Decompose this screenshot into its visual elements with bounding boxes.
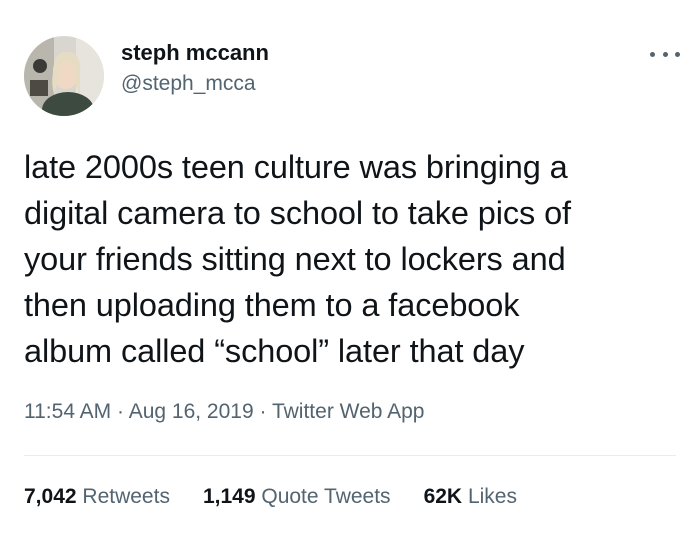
user-handle[interactable]: @steph_mcca (121, 70, 269, 98)
display-name[interactable]: steph mccann (121, 39, 269, 67)
tweet-source[interactable]: Twitter Web App (272, 400, 425, 423)
quote-tweets-stat[interactable]: 1,149 Quote Tweets (203, 483, 391, 511)
likes-stat[interactable]: 62K Likes (424, 483, 517, 511)
quote-tweets-label: Quote Tweets (261, 485, 391, 508)
avatar-image (24, 36, 104, 116)
meta-separator: · (259, 400, 267, 423)
author-names: steph mccann @steph_mcca (121, 39, 269, 98)
tweet-text: late 2000s teen culture was bringing a d… (24, 149, 571, 369)
likes-label: Likes (467, 485, 517, 508)
tweet-date[interactable]: Aug 16, 2019 (129, 400, 254, 423)
tweet-card: steph mccann @steph_mcca late 2000s teen… (0, 0, 700, 539)
retweets-count: 7,042 (24, 485, 77, 508)
more-dot (650, 51, 655, 57)
meta-separator: · (117, 400, 125, 423)
avatar[interactable] (24, 36, 104, 116)
tweet-time[interactable]: 11:54 AM (24, 400, 111, 423)
engagement-stats: 7,042 Retweets 1,149 Quote Tweets 62K Li… (24, 483, 550, 511)
more-options-icon[interactable] (650, 44, 680, 64)
retweets-label: Retweets (82, 485, 170, 508)
divider (24, 455, 676, 456)
more-dot (675, 51, 680, 57)
more-dot (662, 51, 668, 57)
tweet-header: steph mccann @steph_mcca (24, 36, 269, 116)
likes-count: 62K (423, 485, 463, 508)
tweet-meta: 11:54 AM · Aug 16, 2019 · Twitter Web Ap… (24, 398, 425, 426)
quote-tweets-count: 1,149 (202, 485, 256, 508)
retweets-stat[interactable]: 7,042 Retweets (24, 483, 170, 511)
